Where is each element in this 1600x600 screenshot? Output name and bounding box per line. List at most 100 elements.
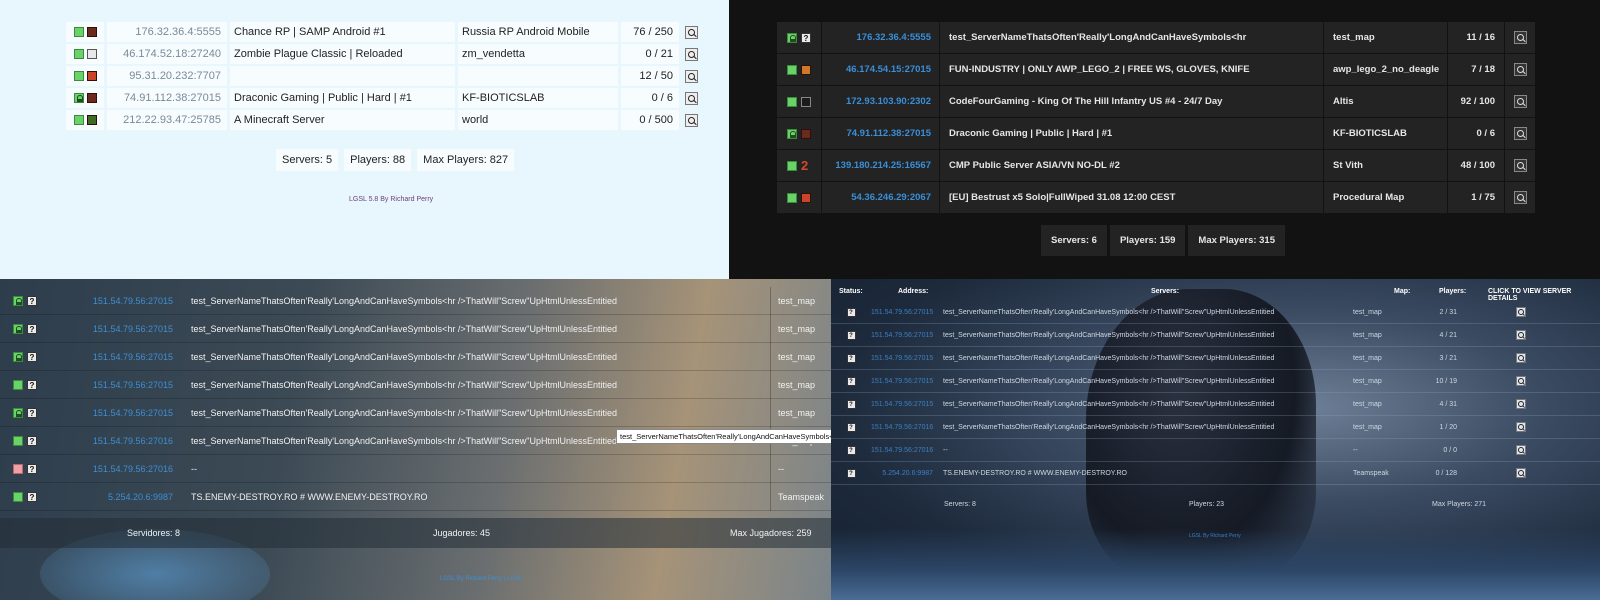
table-row[interactable]: 2 139.180.214.25:16567 CMP Public Server…	[777, 150, 1539, 182]
server-address[interactable]: 54.36.246.29:2067	[822, 182, 939, 214]
server-players: 0 / 500	[621, 110, 679, 130]
status-online-icon	[13, 491, 23, 502]
table-row[interactable]: ? 5.254.20.6:9987 TS.ENEMY-DESTROY.RO # …	[831, 462, 1600, 485]
total-servers: Servers: 5	[276, 149, 339, 171]
rust-game-icon	[801, 192, 811, 203]
server-map: Procedural Map	[1324, 182, 1447, 214]
magnifier-icon[interactable]	[684, 47, 698, 61]
table-row[interactable]: ? 151.54.79.56:27015 test_ServerNameThat…	[0, 370, 831, 399]
table-row[interactable]: ? 151.54.79.56:27015 test_ServerNameThat…	[831, 393, 1600, 416]
server-address[interactable]: 5.254.20.6:9987	[871, 470, 937, 477]
table-row[interactable]: 74.91.112.38:27015 Draconic Gaming | Pub…	[777, 118, 1539, 150]
table-row[interactable]: 74.91.112.38:27015 Draconic Gaming | Pub…	[66, 87, 706, 109]
server-name: test_ServerNameThatsOften'Really'LongAnd…	[191, 323, 618, 334]
server-map: Altis	[1324, 86, 1447, 118]
table-row[interactable]: ? 5.254.20.6:9987 TS.ENEMY-DESTROY.RO # …	[0, 482, 831, 511]
table-row[interactable]: 46.174.54.15:27015 FUN-INDUSTRY | ONLY A…	[777, 54, 1539, 86]
magnifier-icon[interactable]	[1513, 63, 1527, 76]
magnifier-icon[interactable]	[684, 25, 698, 39]
status-online-icon	[13, 379, 23, 390]
server-address[interactable]: 46.174.54.15:27015	[822, 54, 939, 86]
total-max-players: Max Players: 315	[1188, 225, 1286, 256]
footer-credit[interactable]: LGSL 5.8 By Richard Perry	[349, 196, 433, 203]
question-icon: ?	[846, 353, 856, 363]
magnifier-icon[interactable]	[1516, 445, 1526, 455]
server-address[interactable]: 151.54.79.56:27016	[871, 447, 937, 454]
table-row[interactable]: 95.31.20.232:7707 12 / 50	[66, 65, 706, 87]
server-players: 4 / 31	[1439, 400, 1457, 408]
magnifier-icon[interactable]	[684, 91, 698, 105]
server-address[interactable]: 151.54.79.56:27016	[50, 464, 182, 474]
server-name	[230, 66, 455, 86]
server-address[interactable]: 172.93.103.90:2302	[822, 86, 939, 118]
question-icon: ?	[27, 435, 37, 446]
magnifier-icon[interactable]	[1516, 468, 1526, 478]
table-row[interactable]: ? 176.32.36.4:5555 test_ServerNameThatsO…	[777, 22, 1539, 54]
magnifier-icon[interactable]	[1513, 127, 1527, 140]
table-row[interactable]: ? 151.54.79.56:27015 test_ServerNameThat…	[831, 324, 1600, 347]
lgsl-gradient-panel: ? 151.54.79.56:27015 test_ServerNameThat…	[0, 279, 831, 600]
server-address[interactable]: 151.54.79.56:27015	[50, 296, 182, 306]
server-address[interactable]: 151.54.79.56:27015	[871, 355, 937, 362]
table-row[interactable]: ? 151.54.79.56:27015 test_ServerNameThat…	[831, 370, 1600, 393]
magnifier-icon[interactable]	[684, 113, 698, 127]
magnifier-icon[interactable]	[1516, 422, 1526, 432]
magnifier-icon[interactable]	[1516, 376, 1526, 386]
server-address[interactable]: 176.32.36.4:5555	[822, 22, 939, 54]
rust-game-icon	[86, 71, 97, 81]
footer-credit[interactable]: LGSL By Richard Perry | LGSL	[440, 576, 522, 582]
magnifier-icon[interactable]	[1513, 95, 1527, 108]
server-address[interactable]: 74.91.112.38:27015	[107, 88, 227, 108]
table-row[interactable]: ? 151.54.79.56:27015 test_ServerNameThat…	[0, 286, 831, 315]
magnifier-icon[interactable]	[1513, 159, 1527, 172]
server-name: TS.ENEMY-DESTROY.RO # WWW.ENEMY-DESTROY.…	[943, 469, 1127, 477]
table-row[interactable]: 212.22.93.47:25785 A Minecraft Server wo…	[66, 109, 706, 131]
server-address[interactable]: 151.54.79.56:27015	[50, 408, 182, 418]
magnifier-icon[interactable]	[1516, 330, 1526, 340]
server-address[interactable]: 176.32.36.4:5555	[107, 22, 227, 42]
table-row[interactable]: ? 151.54.79.56:27016 test_ServerNameThat…	[831, 416, 1600, 439]
footer-credit[interactable]: LGSL By Richard Perry	[1189, 533, 1241, 539]
magnifier-icon[interactable]	[1513, 191, 1527, 204]
table-row[interactable]: 172.93.103.90:2302 CodeFourGaming - King…	[777, 86, 1539, 118]
question-icon: ?	[846, 445, 856, 455]
status-online-icon	[73, 27, 84, 37]
server-address[interactable]: 139.180.214.25:16567	[822, 150, 939, 182]
server-address[interactable]: 151.54.79.56:27015	[871, 378, 937, 385]
table-row[interactable]: ? 151.54.79.56:27015 test_ServerNameThat…	[0, 342, 831, 371]
table-row[interactable]: ? 151.54.79.56:27015 test_ServerNameThat…	[831, 301, 1600, 324]
server-address[interactable]: 74.91.112.38:27015	[822, 118, 939, 150]
server-name-tooltip: test_ServerNameThatsOften'Really'LongAnd…	[616, 429, 831, 444]
table-row[interactable]: ? 151.54.79.56:27015 test_ServerNameThat…	[831, 347, 1600, 370]
magnifier-icon[interactable]	[1516, 307, 1526, 317]
server-address[interactable]: 151.54.79.56:27015	[871, 332, 937, 339]
table-row[interactable]: ? 151.54.79.56:27015 test_ServerNameThat…	[0, 314, 831, 343]
table-row[interactable]: ? 151.54.79.56:27015 test_ServerNameThat…	[0, 398, 831, 427]
table-row[interactable]: 46.174.52.18:27240 Zombie Plague Classic…	[66, 43, 706, 65]
server-map: test_map	[1353, 331, 1382, 339]
magnifier-icon[interactable]	[1516, 353, 1526, 363]
server-address[interactable]: 151.54.79.56:27016	[50, 436, 182, 446]
status-online-icon	[787, 160, 797, 171]
server-address[interactable]: 151.54.79.56:27015	[50, 352, 182, 362]
server-address[interactable]: 46.174.52.18:27240	[107, 44, 227, 64]
server-address[interactable]: 151.54.79.56:27016	[871, 424, 937, 431]
table-row[interactable]: 176.32.36.4:5555 Chance RP | SAMP Androi…	[66, 21, 706, 43]
server-address[interactable]: 151.54.79.56:27015	[871, 309, 937, 316]
server-address[interactable]: 151.54.79.56:27015	[50, 380, 182, 390]
server-address[interactable]: 151.54.79.56:27015	[871, 401, 937, 408]
server-address[interactable]: 212.22.93.47:25785	[107, 110, 227, 130]
magnifier-icon[interactable]	[1516, 399, 1526, 409]
table-row[interactable]: ? 151.54.79.56:27016 -- --	[0, 454, 831, 483]
table-row[interactable]: ? 151.54.79.56:27016 -- -- 0 / 0	[831, 439, 1600, 462]
server-address[interactable]: 95.31.20.232:7707	[107, 66, 227, 86]
status-online-icon	[13, 435, 23, 446]
table-row[interactable]: 54.36.246.29:2067 [EU] Bestrust x5 Solo|…	[777, 182, 1539, 214]
magnifier-icon[interactable]	[684, 69, 698, 83]
total-max-players: Max Players: 271	[1432, 501, 1487, 508]
server-address[interactable]: 151.54.79.56:27015	[50, 324, 182, 334]
server-address[interactable]: 5.254.20.6:9987	[50, 492, 182, 502]
lock-icon	[787, 128, 797, 139]
magnifier-icon[interactable]	[1513, 31, 1527, 44]
server-name: test_ServerNameThatsOften'Really'LongAnd…	[191, 379, 618, 390]
